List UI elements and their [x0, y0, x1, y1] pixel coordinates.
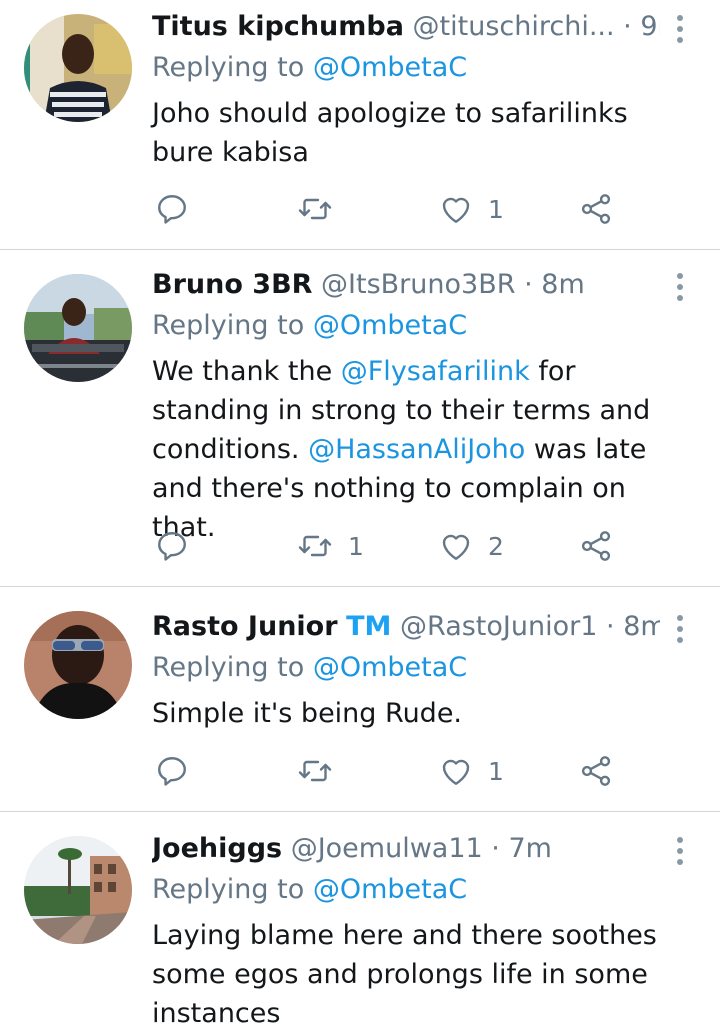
like-count: 2 [488, 531, 504, 561]
user-handle[interactable]: @tituschirchi... [413, 11, 615, 42]
separator-dot: · [491, 833, 500, 864]
more-vertical-icon[interactable] [670, 12, 690, 44]
name-badge: TM [346, 611, 392, 642]
reply-button[interactable] [154, 526, 190, 566]
share-button[interactable] [578, 751, 614, 791]
reply-icon [158, 532, 186, 561]
heart-icon [442, 534, 470, 560]
user-handle[interactable]: @RastoJunior1 [400, 611, 597, 642]
like-button[interactable]: 1 [438, 751, 504, 791]
more-vertical-icon[interactable] [670, 834, 690, 866]
tweet-1[interactable]: Titus kipchumba @tituschirchi... · 9m Re… [0, 0, 720, 250]
tweet-header: Joehiggs @Joemulwa11 · 7m [152, 832, 660, 866]
avatar[interactable] [24, 14, 132, 122]
replying-to-mention[interactable]: @OmbetaC [313, 52, 467, 83]
retweet-button[interactable] [296, 751, 348, 791]
display-name[interactable]: Rasto Junior [152, 611, 338, 642]
replying-to: Replying to @OmbetaC [152, 651, 467, 685]
mention-link[interactable]: @HassanAliJoho [308, 434, 525, 465]
replying-to-mention[interactable]: @OmbetaC [313, 652, 467, 683]
timestamp[interactable]: 8m [623, 611, 660, 642]
mention-link[interactable]: @Flysafarilink [341, 356, 530, 387]
replying-to: Replying to @OmbetaC [152, 309, 467, 343]
share-button[interactable] [578, 526, 614, 566]
display-name[interactable]: Bruno 3BR [152, 269, 312, 300]
replying-to-prefix: Replying to [152, 52, 305, 83]
timestamp[interactable]: 8m [541, 269, 584, 300]
replying-to-prefix: Replying to [152, 310, 305, 341]
like-button[interactable]: 1 [438, 189, 504, 229]
reply-icon [158, 195, 186, 224]
share-icon [581, 756, 611, 786]
tweet-4[interactable]: Joehiggs @Joemulwa11 · 7m Replying to @O… [0, 812, 720, 1032]
retweet-icon [298, 198, 332, 220]
avatar[interactable] [24, 274, 132, 382]
more-vertical-icon[interactable] [670, 612, 690, 644]
tweet-header: Titus kipchumba @tituschirchi... · 9m [152, 10, 660, 44]
tweet-text: Simple it's being Rude. [152, 698, 463, 729]
retweet-button[interactable]: 1 [296, 526, 364, 566]
action-bar: 1 [152, 189, 672, 229]
share-icon [581, 194, 611, 224]
tweet-text-part: We thank the [152, 356, 341, 387]
tweet-3[interactable]: Rasto Junior TM @RastoJunior1 · 8m Reply… [0, 587, 720, 812]
like-button[interactable]: 2 [438, 526, 504, 566]
replying-to: Replying to @OmbetaC [152, 51, 467, 85]
reply-button[interactable] [154, 189, 190, 229]
replying-to-prefix: Replying to [152, 874, 305, 905]
retweet-icon [298, 760, 332, 782]
replying-to-prefix: Replying to [152, 652, 305, 683]
separator-dot: · [623, 11, 632, 42]
like-count: 1 [488, 756, 504, 786]
user-handle[interactable]: @Joemulwa11 [291, 833, 483, 864]
retweet-count: 1 [348, 531, 364, 561]
tweet-text: We thank the @Flysafarilink for standing… [152, 352, 697, 547]
action-bar: 1 2 [152, 526, 672, 566]
separator-dot: · [524, 269, 533, 300]
reply-icon [158, 757, 186, 786]
tweet-text: Laying blame here and there soothes some… [152, 920, 657, 1029]
action-bar: 1 [152, 751, 672, 791]
heart-icon [442, 759, 470, 785]
tweet-header: Bruno 3BR @ItsBruno3BR · 8m [152, 268, 660, 302]
display-name[interactable]: Titus kipchumba [152, 11, 404, 42]
tweet-header: Rasto Junior TM @RastoJunior1 · 8m [152, 610, 660, 644]
heart-icon [442, 197, 470, 223]
timestamp[interactable]: 9m [640, 11, 660, 42]
avatar[interactable] [24, 836, 132, 944]
like-count: 1 [488, 194, 504, 224]
timestamp[interactable]: 7m [508, 833, 551, 864]
user-handle[interactable]: @ItsBruno3BR [321, 269, 515, 300]
replying-to: Replying to @OmbetaC [152, 873, 467, 907]
reply-button[interactable] [154, 751, 190, 791]
replying-to-mention[interactable]: @OmbetaC [313, 874, 467, 905]
replying-to-mention[interactable]: @OmbetaC [313, 310, 467, 341]
avatar[interactable] [24, 611, 132, 719]
display-name[interactable]: Joehiggs [152, 833, 282, 864]
tweet-text: Joho should apologize to safarilinks bur… [152, 98, 628, 168]
share-button[interactable] [578, 189, 614, 229]
tweet-2[interactable]: Bruno 3BR @ItsBruno3BR · 8m Replying to … [0, 250, 720, 587]
retweet-button[interactable] [296, 189, 348, 229]
more-vertical-icon[interactable] [670, 270, 690, 302]
share-icon [581, 531, 611, 561]
separator-dot: · [606, 611, 615, 642]
retweet-icon [298, 535, 332, 557]
